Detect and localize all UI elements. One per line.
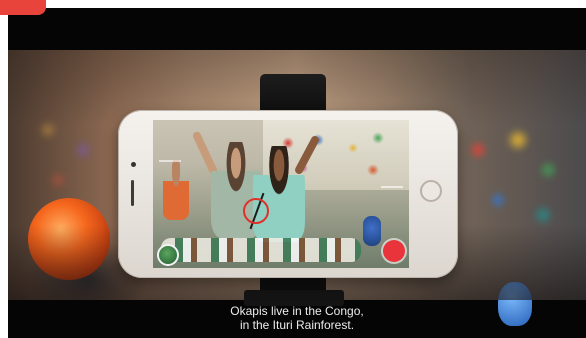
child-figure [163,160,189,220]
ar-sticker-strip [161,238,361,262]
record-button[interactable] [383,240,405,262]
subtitle-line-1: Okapis live in the Congo, [230,304,364,318]
gallery-thumbnail[interactable] [157,244,179,266]
home-button[interactable] [420,180,442,202]
toy-figure [363,216,381,246]
smartphone [118,110,458,278]
video-frame: Okapis live in the Congo, in the Ituri R… [8,8,586,338]
hud-mark [381,186,403,188]
focus-ring-icon[interactable] [243,198,269,224]
hud-mark [159,160,181,162]
speaker-icon [131,180,134,206]
subtitle-line-2: in the Ituri Rainforest. [239,318,355,332]
subtitles: Okapis live in the Congo, in the Ituri R… [8,300,586,338]
corner-accent-tab [0,0,46,15]
front-camera-icon [131,162,136,167]
phone-screen [153,120,409,268]
